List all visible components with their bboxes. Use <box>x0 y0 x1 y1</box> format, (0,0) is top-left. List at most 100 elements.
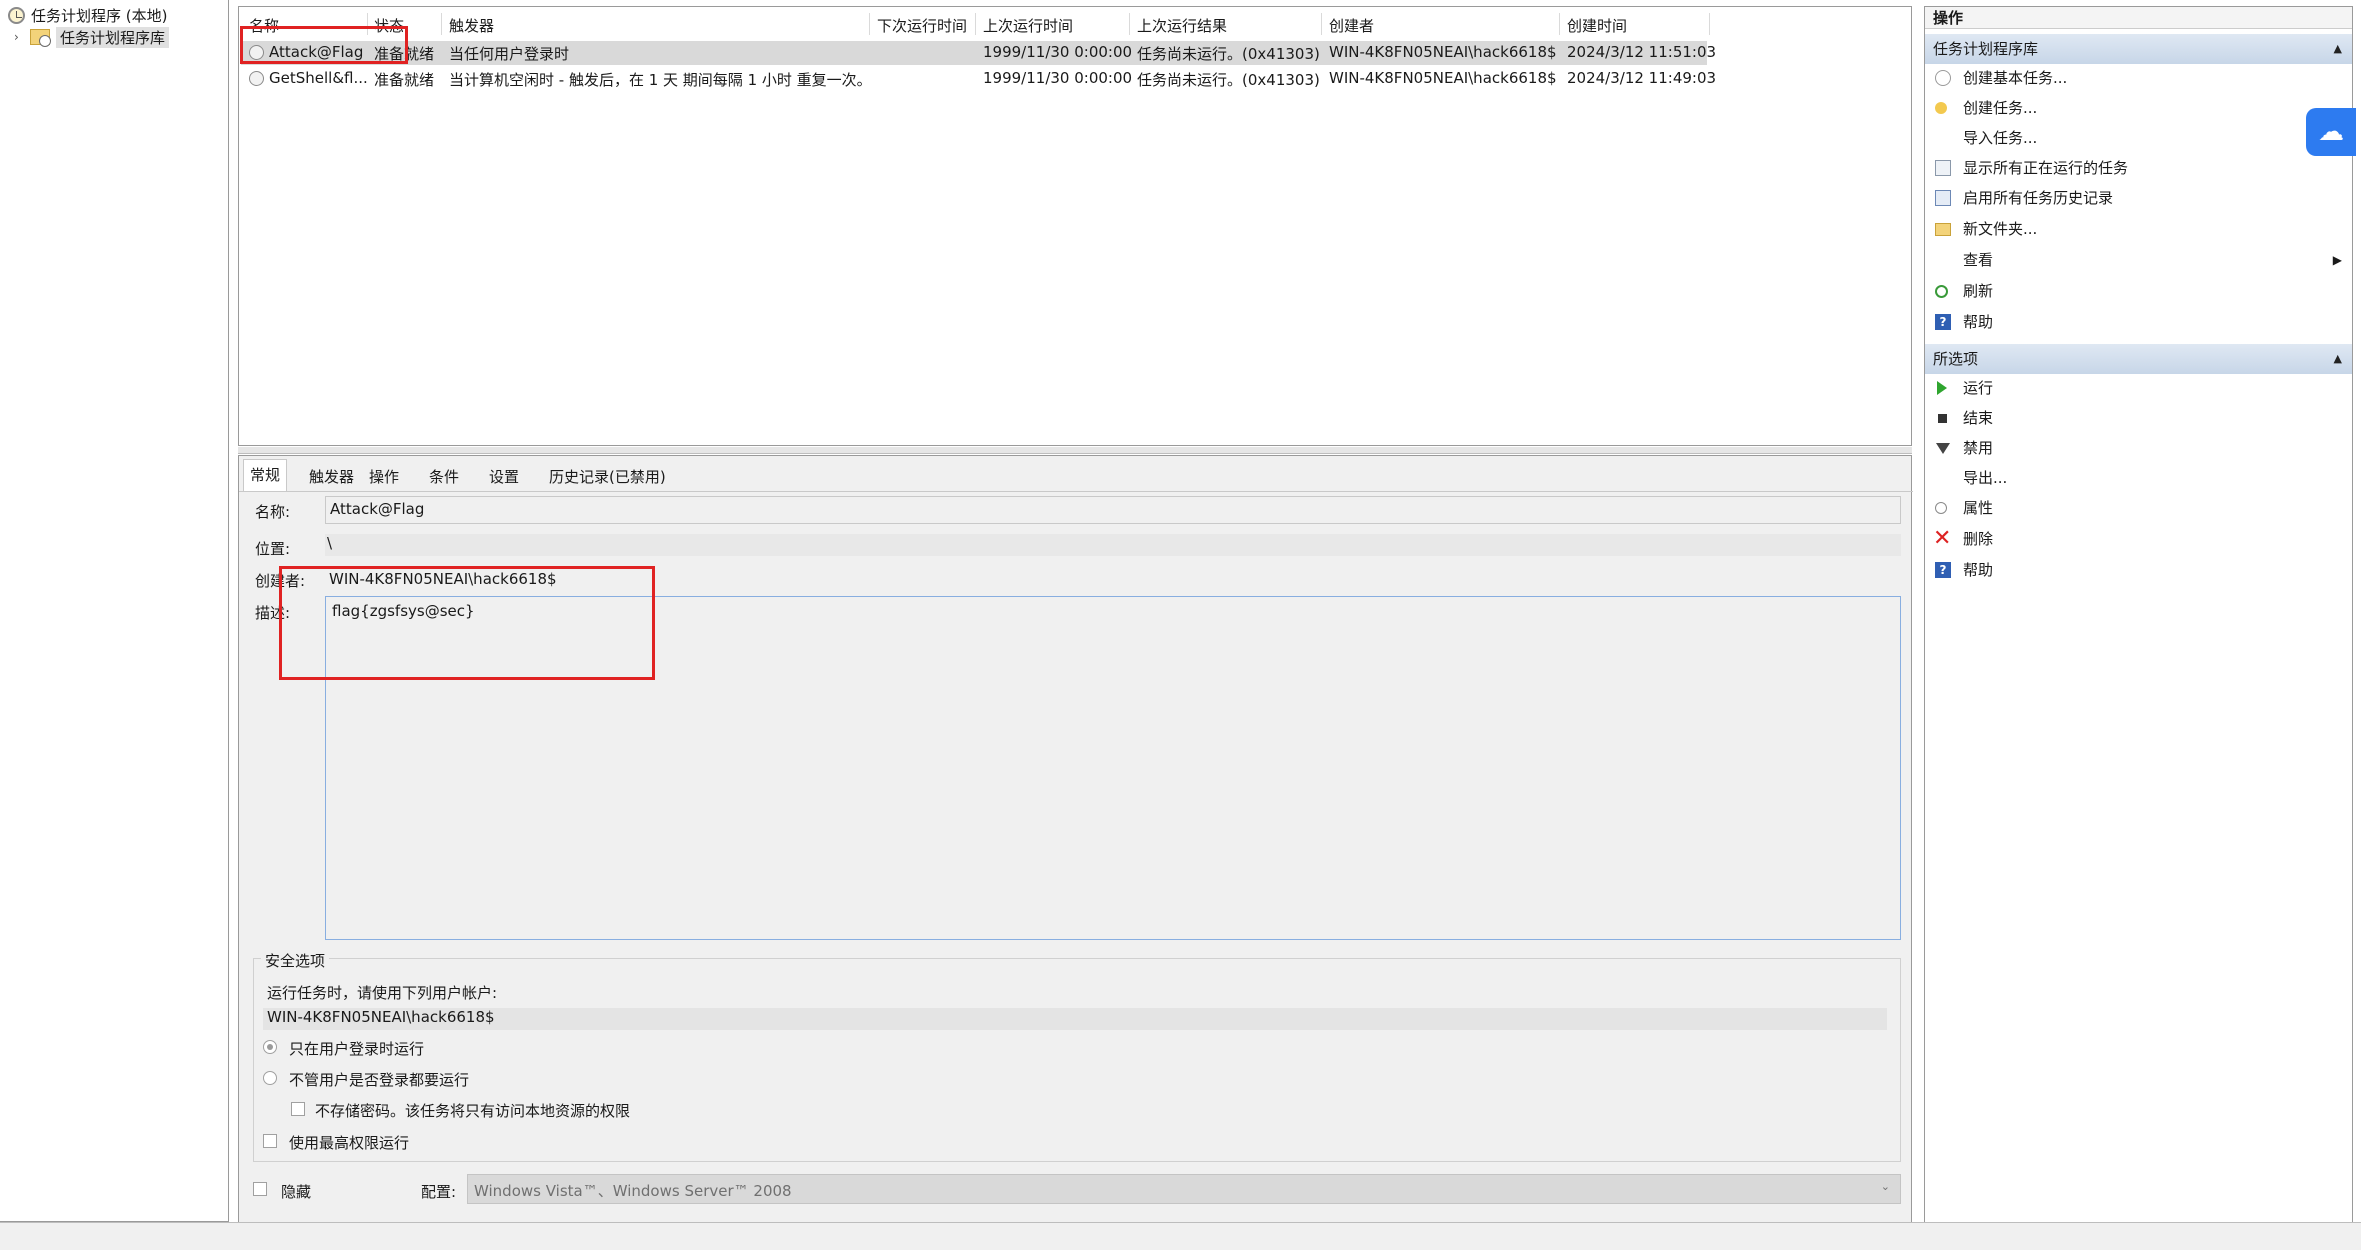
config-label: 配置: <box>421 1183 457 1201</box>
cell-last-run: 1999/11/30 0:00:00 <box>983 69 1133 87</box>
column-divider[interactable] <box>869 13 870 35</box>
tab-general[interactable]: 常规 <box>243 459 288 492</box>
collapse-caret-icon[interactable]: ▲ <box>2334 34 2342 64</box>
action-enable-history[interactable]: 启用所有任务历史记录 <box>1925 184 2352 212</box>
checkbox-highest-privileges[interactable] <box>263 1134 277 1148</box>
column-divider[interactable] <box>1559 13 1560 35</box>
action-help-selected[interactable]: ? 帮助 <box>1925 556 2352 584</box>
column-header-author[interactable]: 创建者 <box>1329 15 1374 37</box>
action-disable[interactable]: 禁用 <box>1925 434 2352 462</box>
table-row[interactable]: Attack@Flag 准备就绪 当任何用户登录时 1999/11/30 0:0… <box>241 41 1716 65</box>
action-label: 删除 <box>1963 530 1994 548</box>
action-label: 创建任务... <box>1963 99 2038 117</box>
column-divider[interactable] <box>1709 13 1710 35</box>
column-header-last-result[interactable]: 上次运行结果 <box>1137 15 1227 37</box>
help-icon: ? <box>1935 562 1951 578</box>
submenu-arrow-icon: ▶ <box>2332 253 2342 267</box>
cell-created: 2024/3/12 11:51:03 <box>1567 43 1717 61</box>
tree-item-root[interactable]: 任务计划程序 (本地) <box>8 4 167 26</box>
column-header-trigger[interactable]: 触发器 <box>449 15 494 37</box>
cell-last-result: 任务尚未运行。(0x41303) <box>1137 45 1320 63</box>
action-create-basic-task[interactable]: 创建基本任务... <box>1925 64 2352 92</box>
run-icon <box>1937 381 1947 395</box>
location-field: \ <box>325 534 1901 556</box>
cloud-sync-icon[interactable]: ☁ <box>2306 108 2356 156</box>
action-label: 禁用 <box>1963 439 1994 457</box>
name-field[interactable]: Attack@Flag <box>325 496 1901 524</box>
config-select[interactable]: Windows Vista™、Windows Server™ 2008 ⌄ <box>467 1174 1901 1204</box>
action-label: 导出... <box>1963 469 2008 487</box>
tree-item-library[interactable]: › 任务计划程序库 <box>14 26 170 48</box>
annotation-highlight-description <box>279 566 655 680</box>
section-task-library[interactable]: 任务计划程序库 ▲ <box>1925 34 2352 64</box>
task-list: 名称 状态 触发器 下次运行时间 上次运行时间 上次运行结果 创建者 创建时间 … <box>238 6 1912 446</box>
expand-chevron-icon[interactable]: › <box>14 30 24 44</box>
location-value: \ <box>327 534 333 552</box>
highest-privileges-label: 使用最高权限运行 <box>289 1134 410 1152</box>
annotation-highlight-task-name <box>240 26 408 64</box>
create-task-icon <box>1935 102 1947 114</box>
section-task-library-label: 任务计划程序库 <box>1933 40 2039 58</box>
action-import-task[interactable]: 导入任务... <box>1925 124 2352 152</box>
column-divider[interactable] <box>441 13 442 35</box>
radio-run-when-logged-on-label: 只在用户登录时运行 <box>289 1040 425 1058</box>
radio-run-whether-logged-on[interactable] <box>263 1071 277 1085</box>
actions-title: 操作 <box>1925 7 2352 29</box>
checkbox-hidden[interactable] <box>253 1182 267 1196</box>
column-divider[interactable] <box>1129 13 1130 35</box>
column-divider[interactable] <box>975 13 976 35</box>
section-selected-item[interactable]: 所选项 ▲ <box>1925 344 2352 374</box>
action-create-task[interactable]: 创建任务... <box>1925 94 2352 122</box>
do-not-store-password-label: 不存储密码。该任务将只有访问本地资源的权限 <box>315 1102 631 1120</box>
action-delete[interactable]: ✕ 删除 <box>1925 525 2352 553</box>
tab-triggers[interactable]: 触发器 <box>303 462 360 492</box>
config-value: Windows Vista™、Windows Server™ 2008 <box>474 1182 792 1200</box>
tab-actions[interactable]: 操作 <box>363 462 405 492</box>
action-label: 结束 <box>1963 409 1994 427</box>
tab-conditions[interactable]: 条件 <box>423 462 465 492</box>
action-label: 显示所有正在运行的任务 <box>1963 159 2129 177</box>
action-label: 创建基本任务... <box>1963 69 2068 87</box>
running-tasks-icon <box>1935 160 1951 176</box>
action-run[interactable]: 运行 <box>1925 374 2352 402</box>
pane-splitter[interactable] <box>238 447 1912 454</box>
properties-icon <box>1935 502 1947 514</box>
column-header-created[interactable]: 创建时间 <box>1567 15 1627 37</box>
folder-icon <box>1935 223 1951 236</box>
name-value: Attack@Flag <box>330 500 425 518</box>
action-refresh[interactable]: 刷新 <box>1925 277 2352 305</box>
column-header-next-run[interactable]: 下次运行时间 <box>877 15 967 37</box>
tree-root-label: 任务计划程序 (本地) <box>31 6 168 25</box>
action-export[interactable]: 导出... <box>1925 464 2352 492</box>
action-properties[interactable]: 属性 <box>1925 494 2352 522</box>
hidden-label: 隐藏 <box>281 1183 312 1201</box>
checkbox-do-not-store-password[interactable] <box>291 1102 305 1116</box>
tab-history[interactable]: 历史记录(已禁用) <box>543 462 672 492</box>
cell-trigger: 当任何用户登录时 <box>449 45 570 63</box>
action-end[interactable]: 结束 <box>1925 404 2352 432</box>
navigation-tree: 任务计划程序 (本地) › 任务计划程序库 <box>0 0 229 1222</box>
action-new-folder[interactable]: 新文件夹... <box>1925 215 2352 243</box>
action-view[interactable]: 查看 ▶ <box>1925 246 2352 274</box>
chevron-down-icon: ⌄ <box>1880 1180 1890 1193</box>
status-bar <box>0 1222 2361 1250</box>
tab-settings[interactable]: 设置 <box>483 462 525 492</box>
action-help[interactable]: ? 帮助 <box>1925 308 2352 336</box>
action-show-running-tasks[interactable]: 显示所有正在运行的任务 <box>1925 154 2352 182</box>
collapse-caret-icon[interactable]: ▲ <box>2334 344 2342 374</box>
location-label: 位置: <box>255 540 291 558</box>
stop-icon <box>1938 414 1947 423</box>
create-basic-task-icon <box>1935 70 1951 86</box>
cell-last-result: 任务尚未运行。(0x41303) <box>1137 71 1320 89</box>
cell-status: 准备就绪 <box>374 71 435 89</box>
refresh-icon <box>1935 285 1948 298</box>
help-icon: ? <box>1935 314 1951 330</box>
table-row[interactable]: GetShell&fl... 准备就绪 当计算机空闲时 - 触发后，在 1 天 … <box>241 67 1716 91</box>
cell-author: WIN-4K8FN05NEAI\hack6618$ <box>1329 43 1557 61</box>
security-options-title: 安全选项 <box>261 950 330 971</box>
cell-created: 2024/3/12 11:49:03 <box>1567 69 1717 87</box>
action-label: 新文件夹... <box>1963 220 2038 238</box>
column-divider[interactable] <box>1321 13 1322 35</box>
column-header-last-run[interactable]: 上次运行时间 <box>983 15 1073 37</box>
radio-run-when-logged-on[interactable] <box>263 1040 277 1054</box>
